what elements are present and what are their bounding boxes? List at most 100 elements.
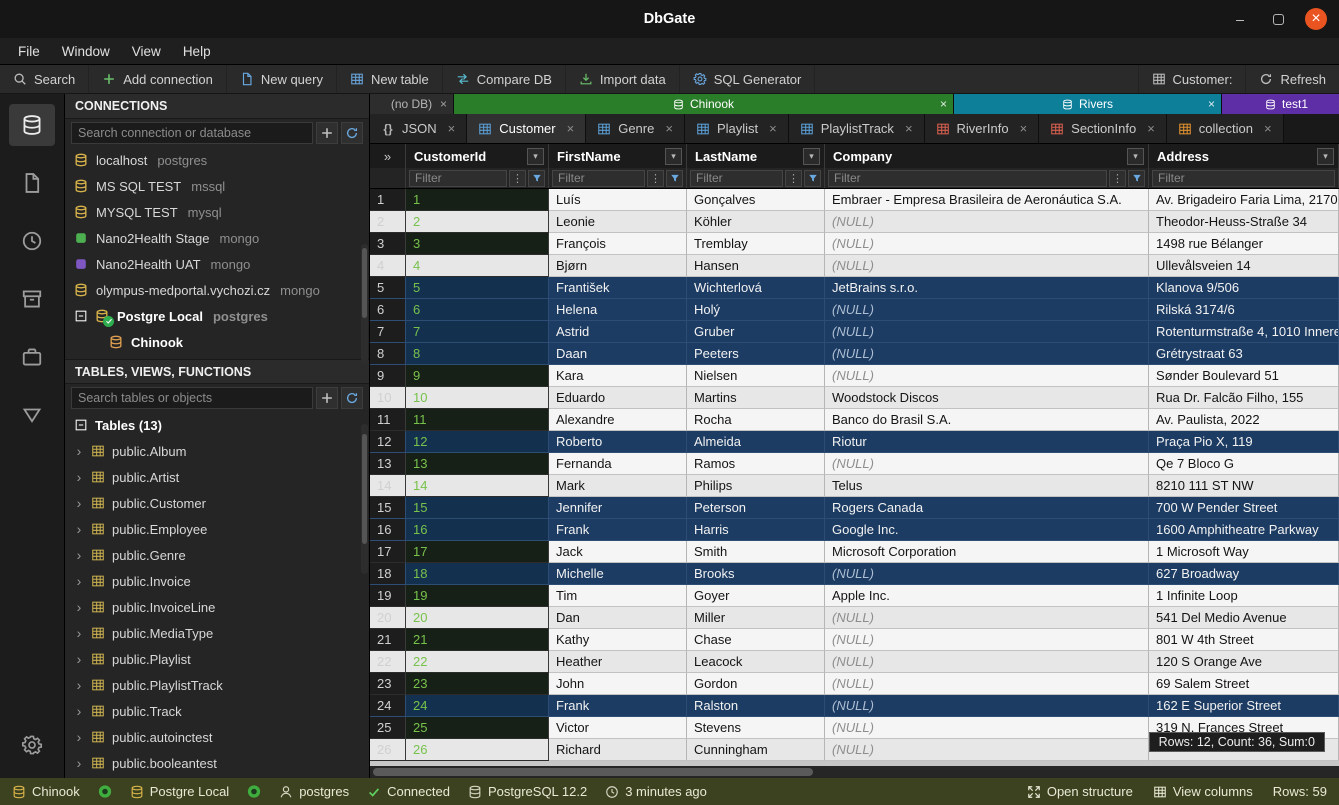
grid-cell[interactable]: (NULL) [825, 299, 1149, 321]
grid-cell[interactable]: Heather [549, 651, 687, 673]
row-number[interactable]: 19 [370, 585, 406, 607]
menu-help[interactable]: Help [173, 41, 221, 62]
add-connection-button[interactable]: Add connection [89, 65, 227, 93]
menu-file[interactable]: File [8, 41, 50, 62]
grid-cell[interactable]: 16 [406, 519, 549, 541]
grid-cell[interactable]: 8 [406, 343, 549, 365]
row-number[interactable]: 23 [370, 673, 406, 695]
customer-button[interactable]: Customer: [1138, 65, 1246, 93]
close-icon[interactable]: × [1147, 121, 1155, 136]
table-item-public-employee[interactable]: ›public.Employee [65, 516, 369, 542]
grid-cell[interactable]: 1600 Amphitheatre Parkway [1149, 519, 1339, 541]
grid-cell[interactable]: Bjørn [549, 255, 687, 277]
grid-cell[interactable]: Grétrystraat 63 [1149, 343, 1339, 365]
row-number[interactable]: 24 [370, 695, 406, 717]
filter-menu-button[interactable]: ⋮ [509, 170, 526, 187]
grid-cell[interactable]: Klanova 9/506 [1149, 277, 1339, 299]
connection-item-olympus-medportal-vychozi-cz[interactable]: olympus-medportal.vychozi.czmongo [65, 277, 369, 303]
close-icon[interactable]: × [567, 121, 575, 136]
row-number[interactable]: 22 [370, 651, 406, 673]
search-button[interactable]: Search [0, 65, 89, 93]
refresh-connections-button[interactable] [341, 122, 363, 144]
table-item-public-booleantest[interactable]: ›public.booleantest [65, 750, 369, 776]
grid-cell[interactable]: Leacock [687, 651, 825, 673]
close-icon[interactable]: × [940, 97, 947, 111]
connection-item-postgre-local[interactable]: Postgre Localpostgres [65, 303, 369, 329]
column-header-firstname[interactable]: FirstName▾ [549, 144, 687, 168]
row-number[interactable]: 25 [370, 717, 406, 739]
close-icon[interactable]: × [1020, 121, 1028, 136]
connection-item-chinook[interactable]: Chinook [65, 329, 369, 355]
grid-cell[interactable]: 541 Del Medio Avenue [1149, 607, 1339, 629]
grid-cell[interactable]: Astrid [549, 321, 687, 343]
grid-cell[interactable]: (NULL) [825, 695, 1149, 717]
table-item-public-album[interactable]: ›public.Album [65, 438, 369, 464]
grid-cell[interactable]: 26 [406, 739, 549, 761]
row-number[interactable]: 9 [370, 365, 406, 387]
column-dropdown-button[interactable]: ▾ [527, 148, 544, 165]
grid-cell[interactable]: Jennifer [549, 497, 687, 519]
grid-cell[interactable]: Embraer - Empresa Brasileira de Aeronáut… [825, 189, 1149, 211]
grid-cell[interactable]: Daan [549, 343, 687, 365]
row-number[interactable]: 13 [370, 453, 406, 475]
grid-cell[interactable]: Chase [687, 629, 825, 651]
grid-cell[interactable]: Google Inc. [825, 519, 1149, 541]
grid-cell[interactable]: 13 [406, 453, 549, 475]
import-data-button[interactable]: Import data [566, 65, 680, 93]
grid-cell[interactable]: Jack [549, 541, 687, 563]
db-tab-rivers[interactable]: Rivers× [954, 94, 1222, 114]
row-number[interactable]: 5 [370, 277, 406, 299]
row-number[interactable]: 17 [370, 541, 406, 563]
new-query-button[interactable]: New query [227, 65, 337, 93]
connection-item-nano2health-stage[interactable]: Nano2Health Stagemongo [65, 225, 369, 251]
filter-input-address[interactable] [1152, 170, 1335, 187]
grid-cell[interactable]: Sønder Boulevard 51 [1149, 365, 1339, 387]
column-dropdown-button[interactable]: ▾ [803, 148, 820, 165]
grid-cell[interactable]: Michelle [549, 563, 687, 585]
grid-cell[interactable]: Ullevålsveien 14 [1149, 255, 1339, 277]
grid-cell[interactable]: Martins [687, 387, 825, 409]
menu-window[interactable]: Window [52, 41, 120, 62]
grid-cell[interactable]: Gruber [687, 321, 825, 343]
tab-playlisttrack[interactable]: PlaylistTrack× [789, 114, 925, 143]
grid-cell[interactable]: 15 [406, 497, 549, 519]
grid-cell[interactable]: 22 [406, 651, 549, 673]
close-icon[interactable]: × [1264, 121, 1272, 136]
grid-cell[interactable]: Harris [687, 519, 825, 541]
grid-cell[interactable]: (NULL) [825, 563, 1149, 585]
row-number[interactable]: 11 [370, 409, 406, 431]
grid-cell[interactable]: Peterson [687, 497, 825, 519]
grid-cell[interactable]: Ralston [687, 695, 825, 717]
close-icon[interactable]: × [905, 121, 913, 136]
grid-cell[interactable]: Holý [687, 299, 825, 321]
grid-cell[interactable]: Av. Brigadeiro Faria Lima, 2170 [1149, 189, 1339, 211]
grid-cell[interactable]: Apple Inc. [825, 585, 1149, 607]
grid-cell[interactable]: Dan [549, 607, 687, 629]
status-view-columns[interactable]: View columns [1153, 784, 1253, 799]
grid-cell[interactable]: Victor [549, 717, 687, 739]
grid-cell[interactable]: 10 [406, 387, 549, 409]
row-number[interactable]: 8 [370, 343, 406, 365]
grid-cell[interactable]: 23 [406, 673, 549, 695]
close-icon[interactable]: × [440, 97, 447, 111]
table-item-public-playlist[interactable]: ›public.Playlist [65, 646, 369, 672]
row-number[interactable]: 15 [370, 497, 406, 519]
objects-search-input[interactable] [71, 387, 313, 409]
grid-cell[interactable]: Rilská 3174/6 [1149, 299, 1339, 321]
row-number[interactable]: 18 [370, 563, 406, 585]
grid-cell[interactable]: 11 [406, 409, 549, 431]
refresh-button[interactable]: Refresh [1245, 65, 1339, 93]
filter-input-firstname[interactable] [552, 170, 645, 187]
connections-scrollbar[interactable] [361, 244, 368, 364]
row-number[interactable]: 14 [370, 475, 406, 497]
table-item-public-track[interactable]: ›public.Track [65, 698, 369, 724]
grid-cell[interactable]: 162 E Superior Street [1149, 695, 1339, 717]
grid-cell[interactable]: Ramos [687, 453, 825, 475]
menu-view[interactable]: View [122, 41, 171, 62]
grid-cell[interactable]: (NULL) [825, 343, 1149, 365]
column-header-company[interactable]: Company▾ [825, 144, 1149, 168]
close-icon[interactable]: × [769, 121, 777, 136]
filter-input-lastname[interactable] [690, 170, 783, 187]
grid-cell[interactable]: Microsoft Corporation [825, 541, 1149, 563]
new-table-button[interactable]: New table [337, 65, 443, 93]
